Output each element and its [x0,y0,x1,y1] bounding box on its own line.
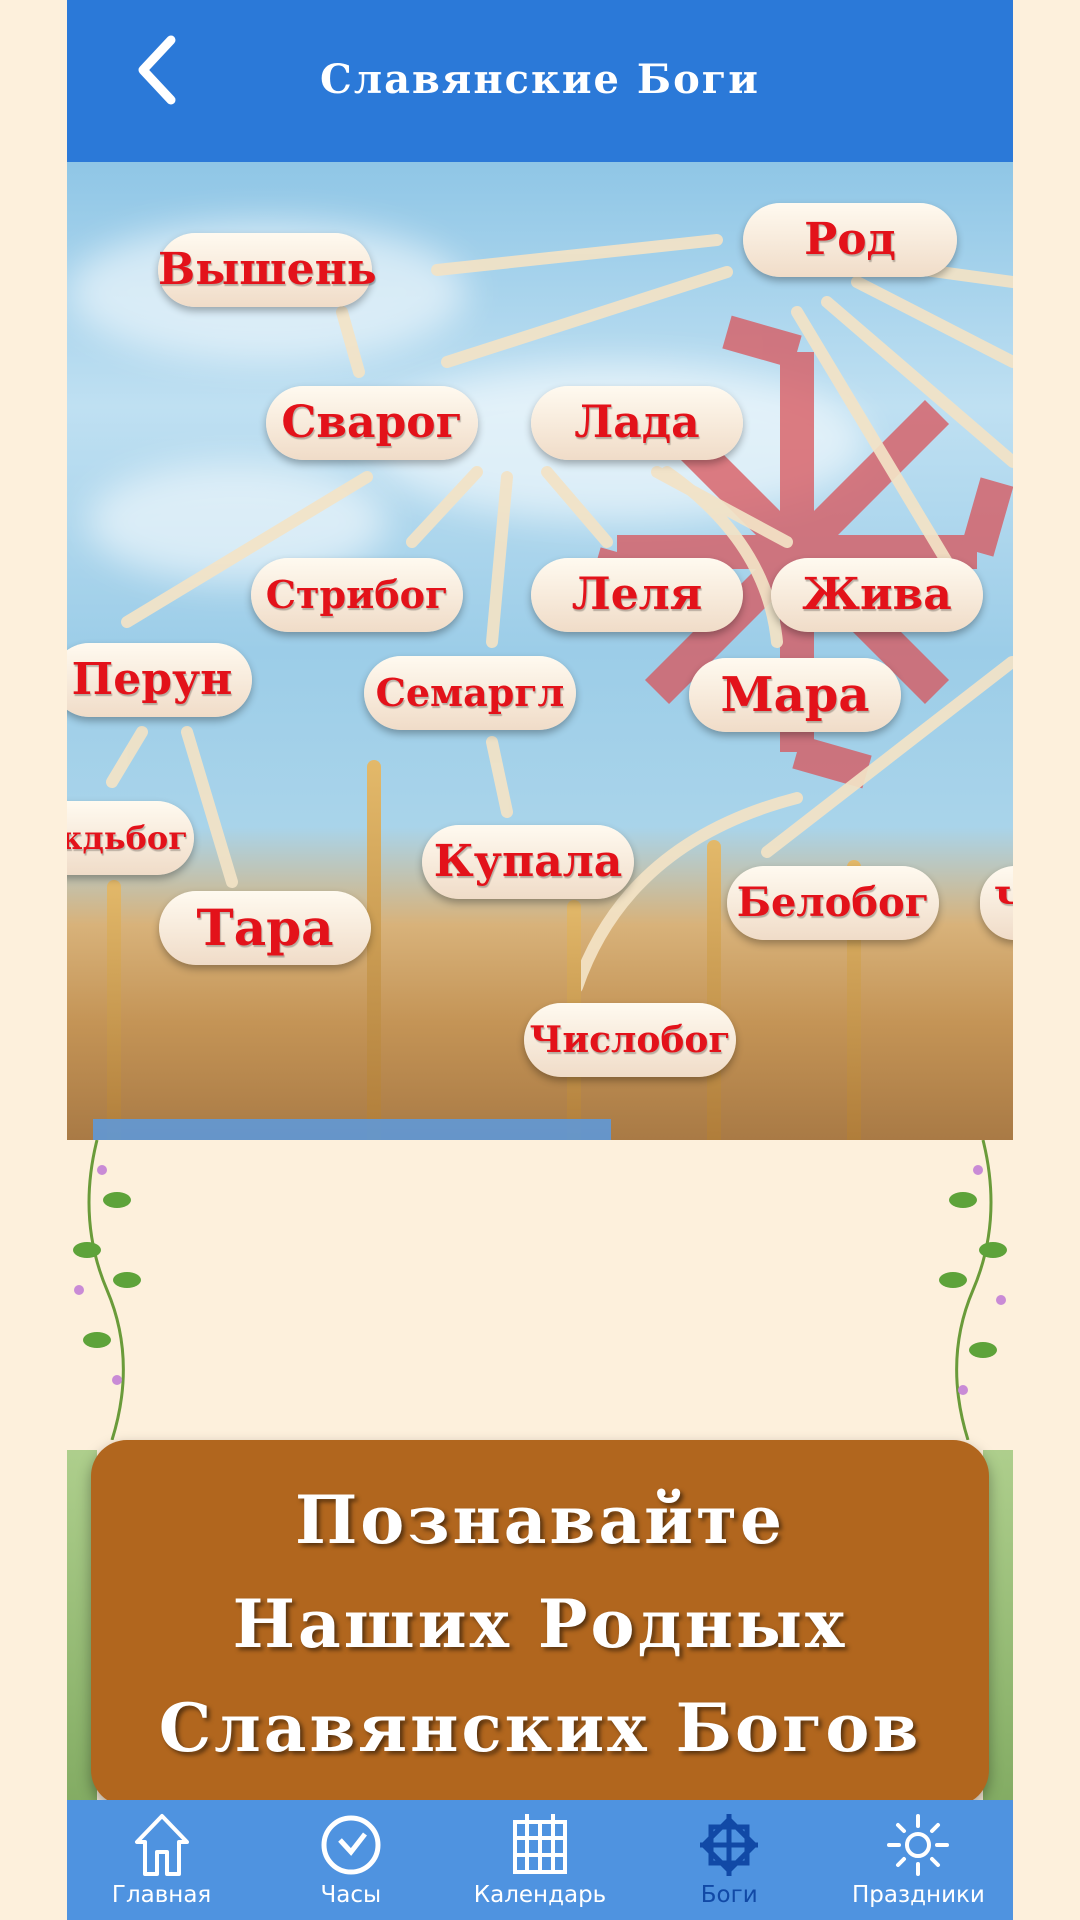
app: Славянские Боги Вышень Род Сварог Лада С… [67,0,1013,1920]
wheat-stalk [707,840,721,1140]
clock-icon [321,1815,381,1875]
tab-calendar[interactable]: Календарь [445,1800,634,1920]
god-node-rod[interactable]: Род [743,203,957,277]
god-node-vyshen[interactable]: Вышень [158,233,377,307]
god-node-mara[interactable]: Мара [689,658,901,732]
tab-label: Праздники [851,1882,985,1908]
god-node-svarog[interactable]: Сварог [266,386,478,460]
god-node-stribog[interactable]: Стрибог [251,558,463,632]
tab-clock[interactable]: Часы [256,1800,445,1920]
tab-holidays[interactable]: Праздники [824,1800,1013,1920]
god-node-dazhdbog[interactable]: ждьбог [67,801,194,875]
gods-tree-scene: Вышень Род Сварог Лада Стрибог Леля Жива… [67,162,1013,1140]
tab-gods[interactable]: Боги [635,1800,824,1920]
god-node-tara[interactable]: Тара [159,891,371,965]
tab-label: Боги [700,1882,758,1908]
tab-label: Часы [320,1882,382,1908]
calendar-icon [513,1814,567,1874]
god-node-lada[interactable]: Лада [531,386,743,460]
horizontal-scrollbar[interactable] [93,1119,611,1140]
wheat-stalk [107,880,121,1140]
banner-line: Славянских Богов [158,1689,922,1767]
god-node-lelya[interactable]: Леля [531,558,743,632]
god-node-kupala[interactable]: Купала [422,825,634,899]
god-node-belobog[interactable]: Белобог [727,866,939,940]
vine-decoration-right [939,1140,1007,1440]
slavic-star-icon [700,1814,759,1876]
vine-decoration-left [73,1140,141,1440]
tab-label: Главная [111,1882,212,1908]
bottom-nav: Главная Часы Календарь Боги Праздники [67,1800,1013,1920]
promo-banner: Познавайте Наших Родных Славянских Богов [91,1440,989,1806]
banner-line: Познавайте [294,1481,785,1559]
home-icon [134,1814,189,1876]
banner-line: Наших Родных [232,1585,848,1663]
page-title: Славянские Боги [320,56,760,103]
god-node-chislobog[interactable]: Числобог [524,1003,736,1077]
tab-home[interactable]: Главная [67,1800,256,1920]
wheat-stalk [367,760,381,1140]
god-node-zhiva[interactable]: Жива [771,558,983,632]
god-node-semargl[interactable]: Семаргл [364,656,576,730]
god-node-perun[interactable]: Перун [67,643,252,717]
sun-icon [887,1814,950,1876]
tab-label: Календарь [473,1882,607,1908]
header: Славянские Боги [67,0,1013,162]
